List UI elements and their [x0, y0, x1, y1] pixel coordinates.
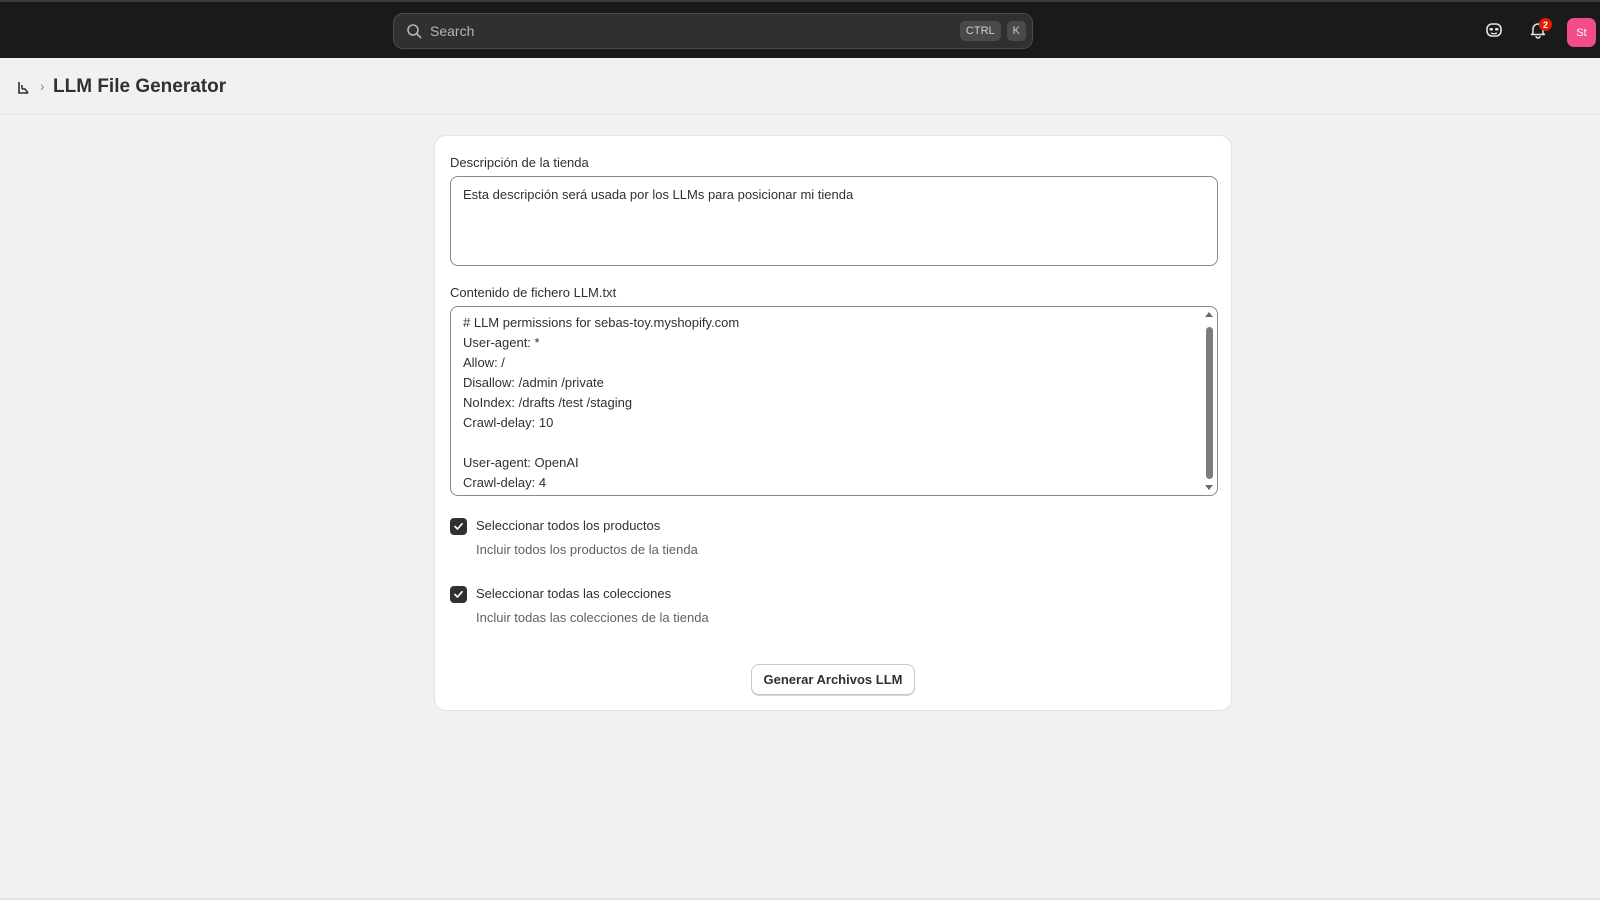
llm-content-label: Contenido de fichero LLM.txt — [450, 285, 617, 300]
page-header: › LLM File Generator — [0, 58, 1600, 115]
scroll-down-arrow-icon[interactable] — [1205, 485, 1213, 490]
scroll-up-arrow-icon[interactable] — [1205, 312, 1213, 317]
llm-line: User-agent: OpenAI — [463, 455, 579, 470]
llm-line: User-agent: * — [463, 335, 540, 350]
description-textarea[interactable]: Esta descripción será usada por los LLMs… — [450, 176, 1218, 266]
generate-llm-files-button[interactable]: Generar Archivos LLM — [751, 664, 915, 695]
checkmark-icon — [454, 590, 463, 598]
shortcut-ctrl-key: CTRL — [959, 21, 1001, 41]
description-label: Descripción de la tienda — [450, 155, 589, 170]
llm-line: Allow: / — [463, 355, 505, 370]
search-input[interactable]: Search — [430, 23, 960, 39]
llm-line: Crawl-delay: 10 — [463, 415, 554, 430]
select-all-products-help: Incluir todos los productos de la tienda — [476, 542, 698, 557]
app-icon[interactable] — [13, 78, 33, 98]
page-title: LLM File Generator — [53, 76, 227, 97]
llm-line — [463, 433, 1205, 453]
llm-content-textarea[interactable]: # LLM permissions for sebas-toy.myshopif… — [450, 306, 1218, 496]
llm-line: NoIndex: /drafts /test /staging — [463, 395, 633, 410]
llm-line: Disallow: /admin /private — [463, 375, 604, 390]
select-all-products-label[interactable]: Seleccionar todos los productos — [476, 518, 660, 533]
user-avatar[interactable]: St — [1567, 18, 1596, 47]
select-all-collections-label[interactable]: Seleccionar todas las colecciones — [476, 586, 671, 601]
breadcrumb-chevron-icon: › — [40, 78, 45, 94]
generator-form-card: Descripción de la tienda Esta descripció… — [434, 135, 1232, 711]
select-all-products-checkbox[interactable] — [450, 518, 467, 535]
llm-line: # LLM permissions for sebas-toy.myshopif… — [463, 315, 740, 330]
description-value: Esta descripción será usada por los LLMs… — [463, 187, 854, 202]
top-bar: Search CTRL K 2 St — [0, 0, 1600, 58]
scroll-thumb[interactable] — [1206, 327, 1213, 479]
search-bar[interactable]: Search CTRL K — [393, 13, 1033, 49]
select-all-collections-help: Incluir todas las colecciones de la tien… — [476, 610, 709, 625]
checkmark-icon — [454, 522, 463, 530]
llm-line: Crawl-delay: 4 — [463, 475, 547, 490]
search-icon — [407, 24, 422, 39]
sidekick-icon[interactable] — [1482, 18, 1506, 42]
notification-count-badge: 2 — [1539, 18, 1552, 31]
select-all-collections-checkbox[interactable] — [450, 586, 467, 603]
llm-textarea-scrollbar[interactable] — [1203, 309, 1215, 495]
shortcut-k-key: K — [1006, 21, 1026, 41]
